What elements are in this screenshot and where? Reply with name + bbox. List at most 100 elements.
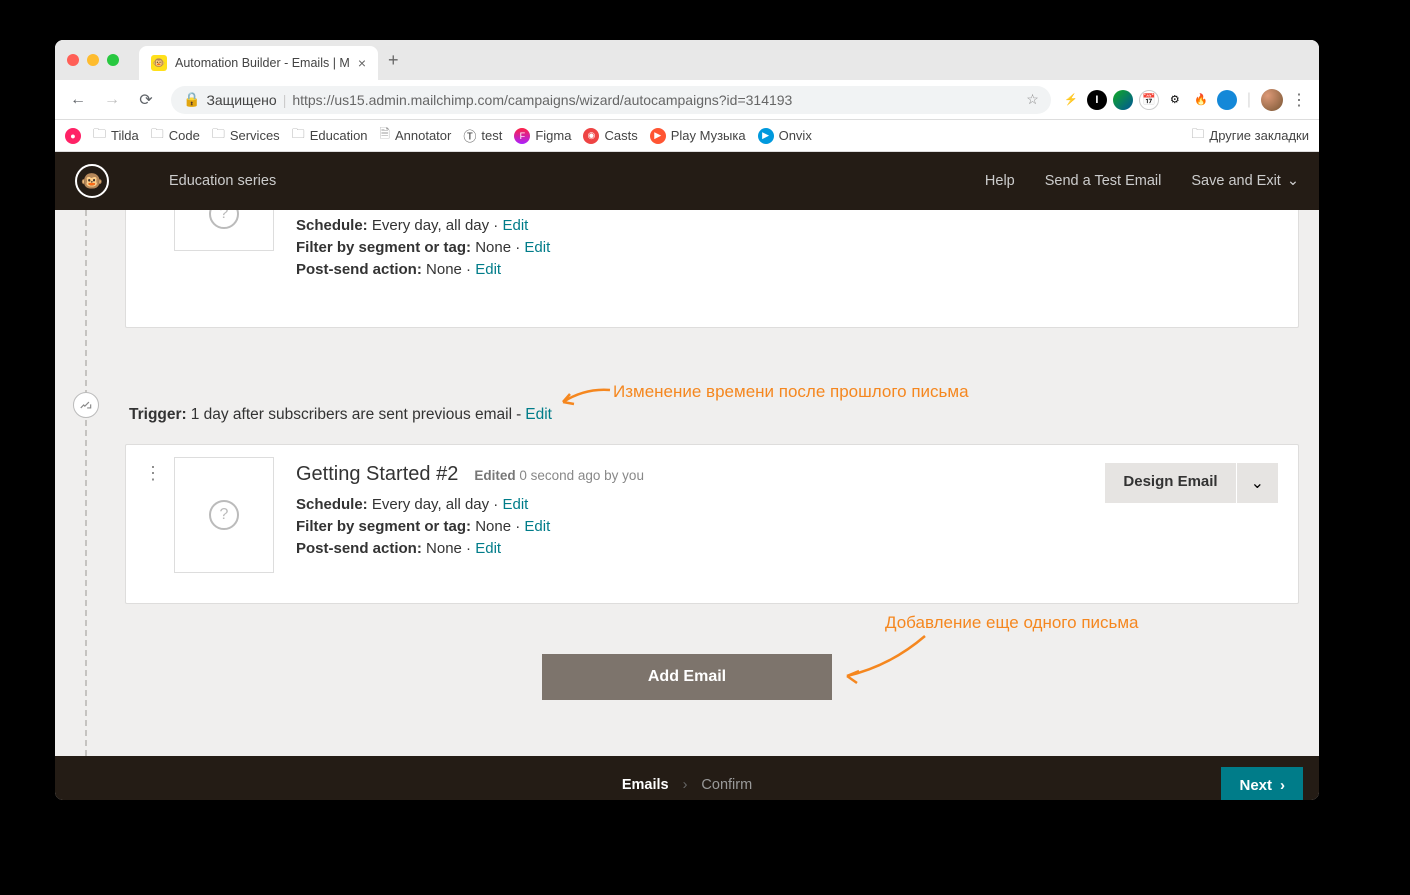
app-header: 🐵 Education series Help Send a Test Emai… [55,152,1319,210]
schedule-label: Schedule: [296,496,368,513]
post-action-label: Post-send action: [296,261,422,278]
extension-icon[interactable]: ⚙ [1165,90,1185,110]
edit-schedule-link[interactable]: Edit [502,496,528,513]
timeline-line [85,210,87,756]
step-emails[interactable]: Emails [622,777,669,793]
browser-tab[interactable]: 🐵 Automation Builder - Emails | M × [139,46,378,80]
filter-value: None [475,239,511,256]
bookmark-folder[interactable]: 🗀Code [151,125,200,147]
post-action-value: None [426,261,462,278]
address-bar[interactable]: 🔒 Защищено | https://us15.admin.mailchim… [171,86,1051,114]
chevron-down-icon: ⌄ [1251,473,1264,493]
user-avatar[interactable] [1261,89,1283,111]
wizard-steps: Emails › Confirm [622,777,752,793]
email-thumbnail[interactable]: ? [174,457,274,573]
forward-button[interactable]: → [97,85,127,115]
edit-schedule-link[interactable]: Edit [502,217,528,234]
other-bookmarks[interactable]: 🗀Другие закладки [1191,125,1309,147]
bookmark-icon: ● [65,128,81,144]
help-link[interactable]: Help [985,173,1015,189]
favicon: 🐵 [151,55,167,71]
extensions: ⚡ I 📅 ⚙ 🔥 [1061,90,1237,110]
close-tab-icon[interactable]: × [358,55,366,71]
bookmark-folder[interactable]: 🗀Tilda [93,125,139,147]
extension-icon[interactable]: 🔥 [1191,90,1211,110]
trigger-row: Trigger: 1 day after subscribers are sen… [129,406,1299,424]
bookmark-icon: ▶ [650,128,666,144]
folder-icon: 🗀 [292,125,305,147]
step-confirm[interactable]: Confirm [701,777,752,793]
extension-icon[interactable]: 📅 [1139,90,1159,110]
automation-canvas: ? Schedule: Every day, all day · Edit Fi… [55,210,1319,756]
extension-icon[interactable]: I [1087,90,1107,110]
bookmark[interactable]: FFigma [514,128,571,144]
filter-label: Filter by segment or tag: [296,239,471,256]
bookmarks-bar: ● 🗀Tilda 🗀Code 🗀Services 🗀Education 🗎Ann… [55,120,1319,152]
edit-filter-link[interactable]: Edit [524,239,550,256]
bookmark-icon: ◉ [583,128,599,144]
email-title: Getting Started #2 [296,463,458,486]
next-label: Next [1239,777,1272,794]
edit-post-action-link[interactable]: Edit [475,540,501,557]
chevron-right-icon: › [1280,777,1285,794]
design-email-dropdown-button[interactable]: ⌄ [1237,463,1278,503]
next-button[interactable]: Next › [1221,767,1303,801]
post-action-value: None [426,540,462,557]
browser-menu-icon[interactable]: ⋮ [1287,90,1311,110]
edit-trigger-link[interactable]: Edit [525,406,552,424]
bookmark-icon: Ⓣ [463,126,476,145]
bookmark[interactable]: 🗎Annotator [380,125,452,147]
close-window-button[interactable] [67,54,79,66]
send-test-link[interactable]: Send a Test Email [1045,173,1162,189]
bookmark-folder[interactable]: 🗀Education [292,125,368,147]
email-card: ? Schedule: Every day, all day · Edit Fi… [125,210,1299,328]
add-email-button[interactable]: Add Email [542,654,832,700]
bookmark[interactable]: ● [65,128,81,144]
bookmark-folder[interactable]: 🗀Services [212,125,280,147]
bookmark-icon: ▶ [758,128,774,144]
new-tab-button[interactable]: + [388,50,399,71]
design-email-button[interactable]: Design Email [1105,463,1235,503]
email-meta: Edited 0 second ago by you [474,468,644,483]
reload-button[interactable]: ⟳ [131,85,161,115]
filter-label: Filter by segment or tag: [296,518,471,535]
annotation-arrow [835,630,935,690]
extension-icon[interactable] [1113,90,1133,110]
schedule-value: Every day, all day [372,217,489,234]
mailchimp-logo-icon[interactable]: 🐵 [75,164,109,198]
tab-title: Automation Builder - Emails | M [175,56,350,70]
placeholder-icon: ? [209,500,239,530]
email-thumbnail[interactable]: ? [174,210,274,251]
trigger-node-icon[interactable] [73,392,99,418]
traffic-lights [67,54,119,66]
extension-icon[interactable]: ⚡ [1061,90,1081,110]
save-exit-label: Save and Exit [1191,173,1280,189]
bookmark[interactable]: ▶Onvix [758,128,812,144]
campaign-name[interactable]: Education series [169,173,276,189]
star-icon[interactable]: ☆ [1026,91,1039,108]
schedule-value: Every day, all day [372,496,489,513]
folder-icon: 🗀 [93,125,106,147]
save-exit-button[interactable]: Save and Exit ⌄ [1191,173,1299,189]
bookmark[interactable]: ▶Play Музыка [650,128,746,144]
minimize-window-button[interactable] [87,54,99,66]
edit-post-action-link[interactable]: Edit [475,261,501,278]
app-footer: Emails › Confirm Next › [55,756,1319,800]
trigger-text: 1 day after subscribers are sent previou… [191,406,512,424]
folder-icon: 🗀 [212,125,225,147]
extension-icon[interactable] [1217,90,1237,110]
secure-label: Защищено [206,92,276,108]
lock-icon: 🔒 [183,91,200,108]
edit-filter-link[interactable]: Edit [524,518,550,535]
folder-icon: 🗀 [1191,125,1204,147]
schedule-label: Schedule: [296,217,368,234]
card-menu-icon[interactable]: ⋮ [144,463,163,484]
annotation-text: Добавление еще одного письма [885,613,1139,633]
address-bar-row: ← → ⟳ 🔒 Защищено | https://us15.admin.ma… [55,80,1319,120]
back-button[interactable]: ← [63,85,93,115]
filter-value: None [475,518,511,535]
maximize-window-button[interactable] [107,54,119,66]
bookmark[interactable]: ◉Casts [583,128,637,144]
placeholder-icon: ? [209,210,239,229]
bookmark[interactable]: Ⓣtest [463,126,502,145]
